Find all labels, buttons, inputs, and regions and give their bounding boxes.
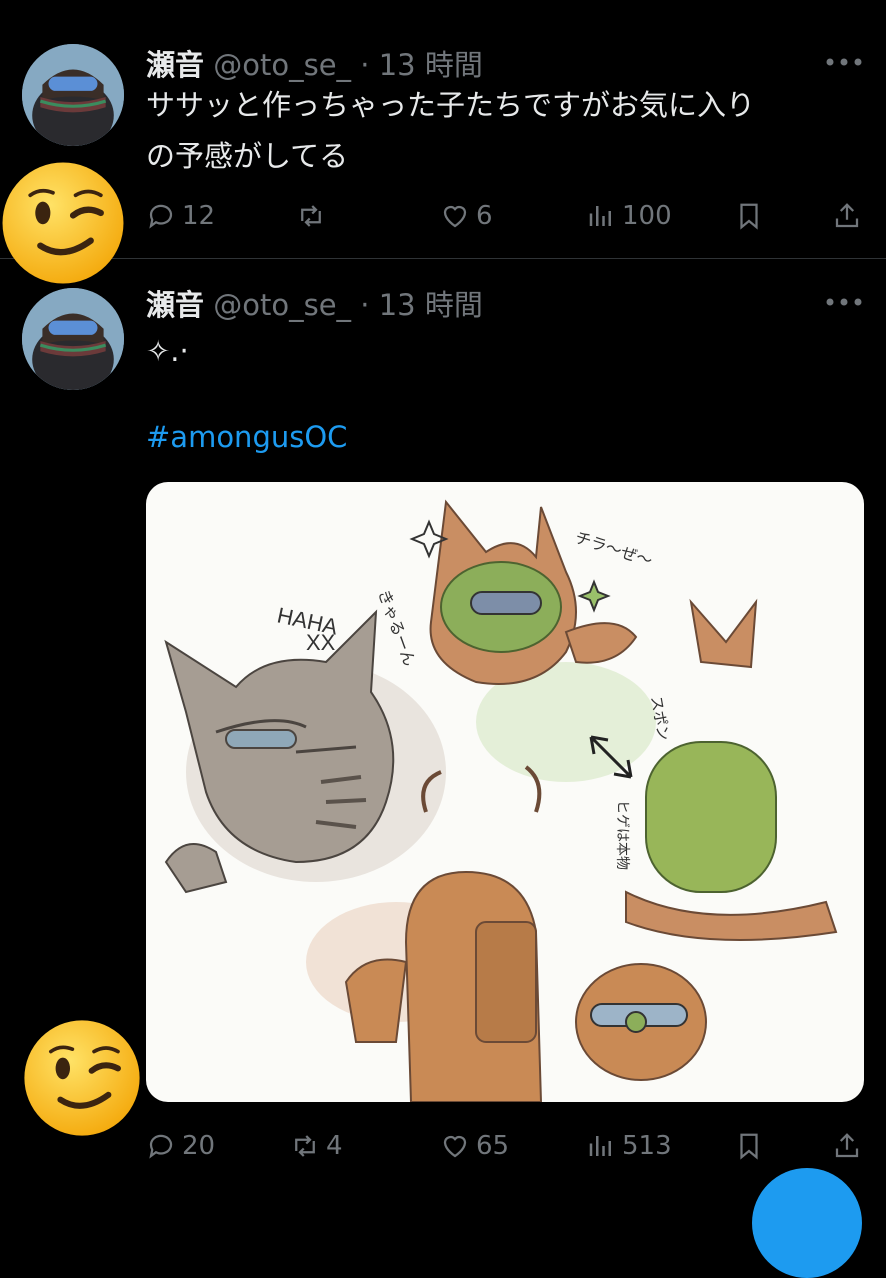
- tweet-header: 瀬音 @oto_se_ · 13 時間: [146, 42, 483, 84]
- sketch-label: きゃるーん: [374, 587, 418, 668]
- timestamp[interactable]: 13 時間: [379, 288, 483, 322]
- avatar[interactable]: [22, 288, 124, 390]
- reply-icon: [149, 204, 173, 229]
- avatar[interactable]: [22, 44, 124, 146]
- retweet-icon: [301, 205, 321, 227]
- winking-face-emoji: [24, 1020, 140, 1136]
- bookmark-button[interactable]: [734, 196, 770, 236]
- views-button[interactable]: 100: [586, 196, 672, 236]
- sketch-illustration: HAHA XX きゃるーん チラ〜ぜ〜 スポン ヒゲは本物: [164, 499, 838, 1102]
- share-button[interactable]: [832, 1126, 868, 1166]
- sketch-label: チラ〜ぜ〜: [573, 529, 655, 571]
- sketch-label: ヒゲは本物: [615, 800, 631, 870]
- winking-face-emoji: [2, 162, 124, 284]
- bookmark-button[interactable]: [734, 1126, 770, 1166]
- like-button[interactable]: 65: [440, 1126, 509, 1166]
- handle[interactable]: @oto_se_: [213, 288, 351, 322]
- reply-count: 20: [182, 1131, 216, 1161]
- like-icon: [443, 205, 467, 228]
- handle[interactable]: @oto_se_: [213, 48, 351, 82]
- retweet-icon: [295, 1135, 315, 1157]
- share-icon: [835, 1133, 859, 1158]
- tweet[interactable]: 瀬音 @oto_se_ · 13 時間 ササッと作っちゃった子たちですがお気に入…: [0, 0, 886, 259]
- more-icon[interactable]: [824, 292, 864, 312]
- tweet-text-line: ササッと作っちゃった子たちですがお気に入り: [146, 88, 756, 122]
- display-name[interactable]: 瀬音: [146, 288, 204, 322]
- reply-button[interactable]: 12: [146, 196, 215, 236]
- views-count: 100: [622, 201, 672, 231]
- display-name[interactable]: 瀬音: [146, 48, 204, 82]
- reply-count: 12: [182, 201, 216, 231]
- views-button[interactable]: 513: [586, 1126, 672, 1166]
- retweet-count: 4: [326, 1131, 343, 1161]
- share-icon: [835, 203, 859, 228]
- like-button[interactable]: 6: [440, 196, 493, 236]
- retweet-button[interactable]: 4: [290, 1126, 343, 1166]
- tweet-image[interactable]: HAHA XX きゃるーん チラ〜ぜ〜 スポン ヒゲは本物: [146, 482, 864, 1102]
- hashtag-link[interactable]: #amongusOC: [146, 420, 347, 454]
- separator: ·: [360, 288, 370, 322]
- avatar-image: [22, 288, 124, 390]
- views-icon: [589, 206, 611, 226]
- action-bar: 12 6 100: [146, 196, 866, 236]
- separator: ·: [360, 48, 370, 82]
- avatar-image: [22, 44, 124, 146]
- like-icon: [443, 1135, 467, 1158]
- action-bar: 20 4 65 513: [146, 1126, 866, 1166]
- bookmark-icon: [740, 1133, 758, 1160]
- views-count: 513: [622, 1131, 672, 1161]
- like-count: 6: [476, 201, 493, 231]
- like-count: 65: [476, 1131, 510, 1161]
- tweet-text-line: ✧.·: [146, 334, 189, 368]
- retweet-button[interactable]: [296, 196, 332, 236]
- more-icon[interactable]: [824, 52, 864, 72]
- reply-icon: [149, 1134, 173, 1159]
- bookmark-icon: [740, 203, 758, 230]
- timestamp[interactable]: 13 時間: [379, 48, 483, 82]
- tweet-text: ✧.·: [146, 326, 866, 377]
- tweet-text-line: の予感がしてる: [146, 139, 349, 173]
- tweet-header: 瀬音 @oto_se_ · 13 時間: [146, 282, 483, 324]
- sketch-label: XX: [306, 630, 336, 655]
- tweet-text: ササッと作っちゃった子たちですがお気に入り の予感がしてる: [146, 80, 866, 182]
- compose-button[interactable]: [752, 1168, 862, 1278]
- reply-button[interactable]: 20: [146, 1126, 215, 1166]
- share-button[interactable]: [832, 196, 868, 236]
- views-icon: [589, 1136, 611, 1156]
